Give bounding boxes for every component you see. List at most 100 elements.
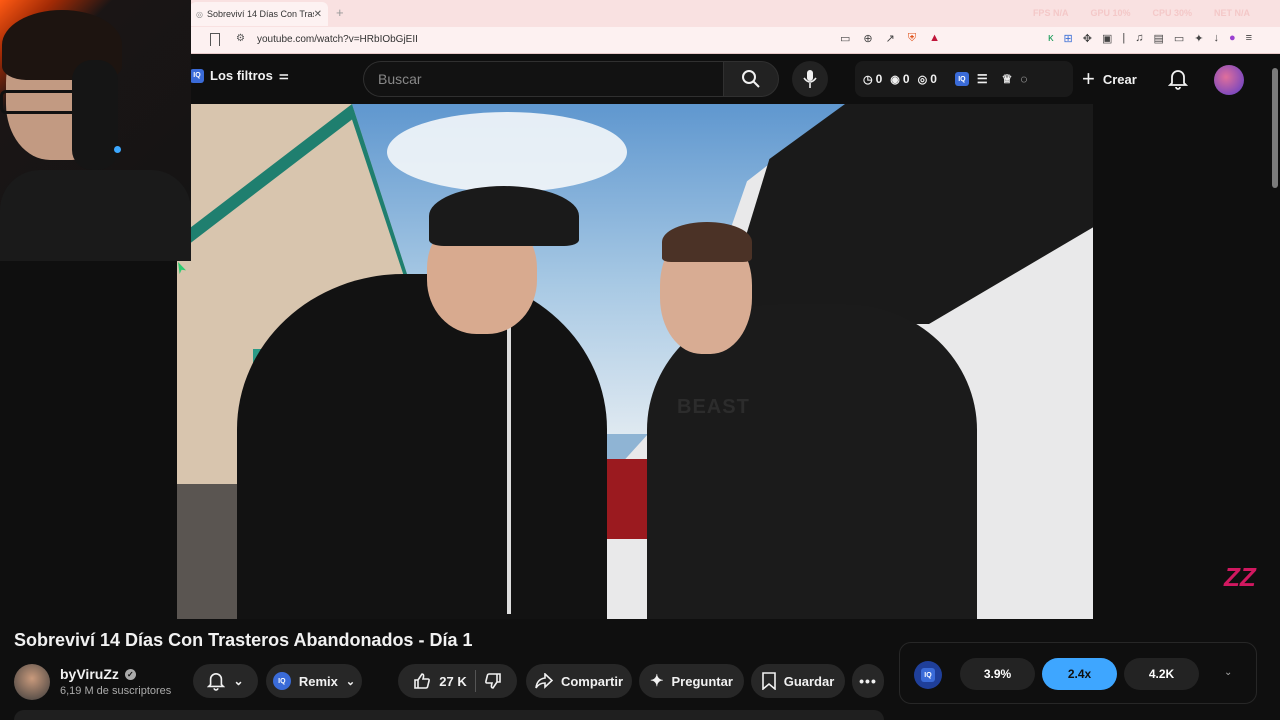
plus-icon: + [1082, 66, 1095, 91]
tab-favicon-icon: ◎ [196, 9, 203, 19]
iq-logo-icon: IQ [190, 68, 204, 83]
bell-icon [1167, 70, 1189, 90]
zoom-icon[interactable]: ⊕ [863, 32, 872, 45]
search-input[interactable]: Buscar [363, 61, 723, 97]
channel-name[interactable]: byViruZz ✓ [60, 666, 136, 682]
video-scene-person-left [237, 274, 607, 619]
save-button[interactable]: Guardar [751, 664, 845, 698]
sidebar-icon[interactable]: ▣ [1102, 32, 1112, 45]
leo-icon[interactable]: ✦ [1194, 32, 1203, 45]
notifications-button[interactable] [1167, 68, 1189, 95]
cpu-stat: CPU 30% [1152, 8, 1192, 18]
like-button[interactable]: 27 K [413, 672, 467, 690]
counter-value: 0 [930, 72, 937, 86]
verified-icon: ✓ [124, 668, 136, 680]
remix-button[interactable]: IQ Remix ⌄ [266, 664, 362, 698]
share-button[interactable]: Compartir [526, 664, 632, 698]
extension-puzzle-icon[interactable]: ✥ [1083, 32, 1092, 45]
address-bar: ⚙ youtube.com/watch?v=HRbIObGjEII ▭ ⊕ ↗ … [0, 27, 1280, 54]
reader-icon[interactable]: ▤ [1153, 32, 1163, 45]
like-dislike-group: 27 K [398, 664, 517, 698]
new-tab-button[interactable]: + [336, 5, 344, 20]
search-placeholder: Buscar [378, 71, 422, 87]
extension-k-icon[interactable]: κ [1048, 32, 1054, 45]
hamburger-menu-icon[interactable]: ≡ [1246, 32, 1252, 45]
video-scene-cloud [387, 112, 627, 192]
counter-views[interactable]: ◉ 0 [890, 72, 909, 86]
fps-stat: FPS N/A [1032, 8, 1069, 18]
video-scene-jacket-stripe [507, 324, 511, 614]
download-icon[interactable]: ↓ [1213, 32, 1219, 45]
filters-button[interactable]: IQ Los filtros ⚌ [190, 68, 289, 83]
subscriber-count: 6,19 M de suscriptores [60, 685, 172, 697]
browser-tab[interactable]: ◎ Sobreviví 14 Días Con Trasteros Abando… [190, 2, 328, 26]
counter-history[interactable]: ◷ 0 [863, 72, 882, 86]
tab-title: Sobreviví 14 Días Con Trasteros Abandona… [206, 9, 314, 19]
profile-icon[interactable]: ● [1229, 32, 1236, 45]
ask-button[interactable]: ✦ Preguntar [639, 664, 744, 698]
counter-hidden[interactable]: ◎ 0 [918, 72, 937, 86]
account-avatar[interactable] [1214, 65, 1244, 95]
clock-icon: ◷ [863, 73, 873, 86]
url-field[interactable]: youtube.com/watch?v=HRbIObGjEII [257, 34, 418, 45]
tab-close-icon[interactable]: ✕ [314, 9, 322, 20]
chat-icon[interactable]: ◌ [1020, 72, 1027, 86]
video-player[interactable]: BEAST [177, 104, 1093, 619]
net-stat: NET N/A [1214, 8, 1250, 18]
youtube-header: IQ Los filtros ⚌ Buscar ◷ 0 ◉ 0 ◎ 0 IQ ☰ ♕ … [0, 54, 1280, 104]
chevron-down-icon[interactable]: ⌄ [1224, 667, 1232, 678]
hoodie-text: BEAST [677, 396, 750, 418]
shield-icon[interactable]: ⛨ [908, 32, 916, 45]
counter-value: 0 [875, 72, 883, 86]
scrollbar-thumb[interactable] [1272, 68, 1278, 188]
system-stats: FPS N/A GPU 10% CPU 30% NET N/A [1033, 8, 1250, 18]
counter-value: 0 [902, 72, 910, 86]
channel-avatar[interactable] [14, 664, 50, 700]
subscription-bell-button[interactable]: ⌄ [193, 664, 258, 698]
voice-search-button[interactable] [792, 61, 828, 97]
share-page-icon[interactable]: ↗ [886, 32, 895, 45]
webcam-shirt [0, 170, 191, 261]
chevron-down-icon: ⌄ [233, 674, 244, 688]
wallet-icon[interactable]: ▭ [1174, 32, 1184, 45]
gpu-stat: GPU 10% [1090, 8, 1131, 18]
stat-engagement[interactable]: 3.9% [960, 658, 1035, 690]
iq-stats-logo[interactable]: IQ [914, 661, 942, 689]
webcam-headset-light [114, 146, 121, 153]
sliders-icon: ⚌ [278, 70, 289, 82]
share-label: Compartir [560, 673, 624, 689]
create-label: Crear [1102, 71, 1137, 87]
ask-label: Preguntar [671, 673, 733, 689]
extension-icons: κ ⊞ ✥ ▣ | ♫ ▤ ▭ ✦ ↓ ● ≡ [1048, 32, 1252, 45]
alert-icon[interactable]: ▲ [929, 32, 940, 45]
more-actions-button[interactable]: ••• [852, 664, 884, 698]
video-scene-hair [662, 222, 752, 262]
address-actions: ▭ ⊕ ↗ ⛨ ▲ [840, 32, 940, 45]
channel-name-text: byViruZz [60, 666, 119, 682]
stat-velocity[interactable]: 4.2K [1124, 658, 1199, 690]
filters-label: Los filtros [210, 68, 273, 83]
music-icon[interactable]: ♫ [1135, 32, 1143, 45]
save-label: Guardar [783, 673, 835, 689]
bell-icon [207, 673, 226, 691]
webcam-overlay [0, 0, 191, 261]
create-button[interactable]: + Crear [1082, 68, 1137, 90]
dislike-icon[interactable] [484, 672, 502, 690]
description-box-edge[interactable] [14, 710, 884, 720]
site-info-icon[interactable]: ⚙ [236, 33, 245, 44]
like-icon [414, 673, 431, 689]
browser-tab-bar: ◎ Sobreviví 14 Días Con Trasteros Abando… [0, 0, 1280, 27]
bookmark-icon[interactable] [210, 33, 220, 46]
search-button[interactable] [723, 61, 779, 97]
iq-small-icon[interactable]: IQ [954, 72, 969, 86]
trophy-icon[interactable]: ♕ [1002, 72, 1013, 86]
translate-icon[interactable]: ⊞ [1064, 32, 1073, 45]
cast-icon[interactable]: ▭ [840, 32, 850, 45]
list-icon[interactable]: ☰ [977, 72, 988, 86]
share-icon [535, 673, 553, 689]
like-count: 27 K [439, 673, 467, 689]
chevron-down-icon: ⌄ [345, 675, 356, 688]
stat-outlier[interactable]: 2.4x [1042, 658, 1117, 690]
page-scrollbar[interactable] [1270, 54, 1280, 720]
like-divider [474, 670, 476, 692]
